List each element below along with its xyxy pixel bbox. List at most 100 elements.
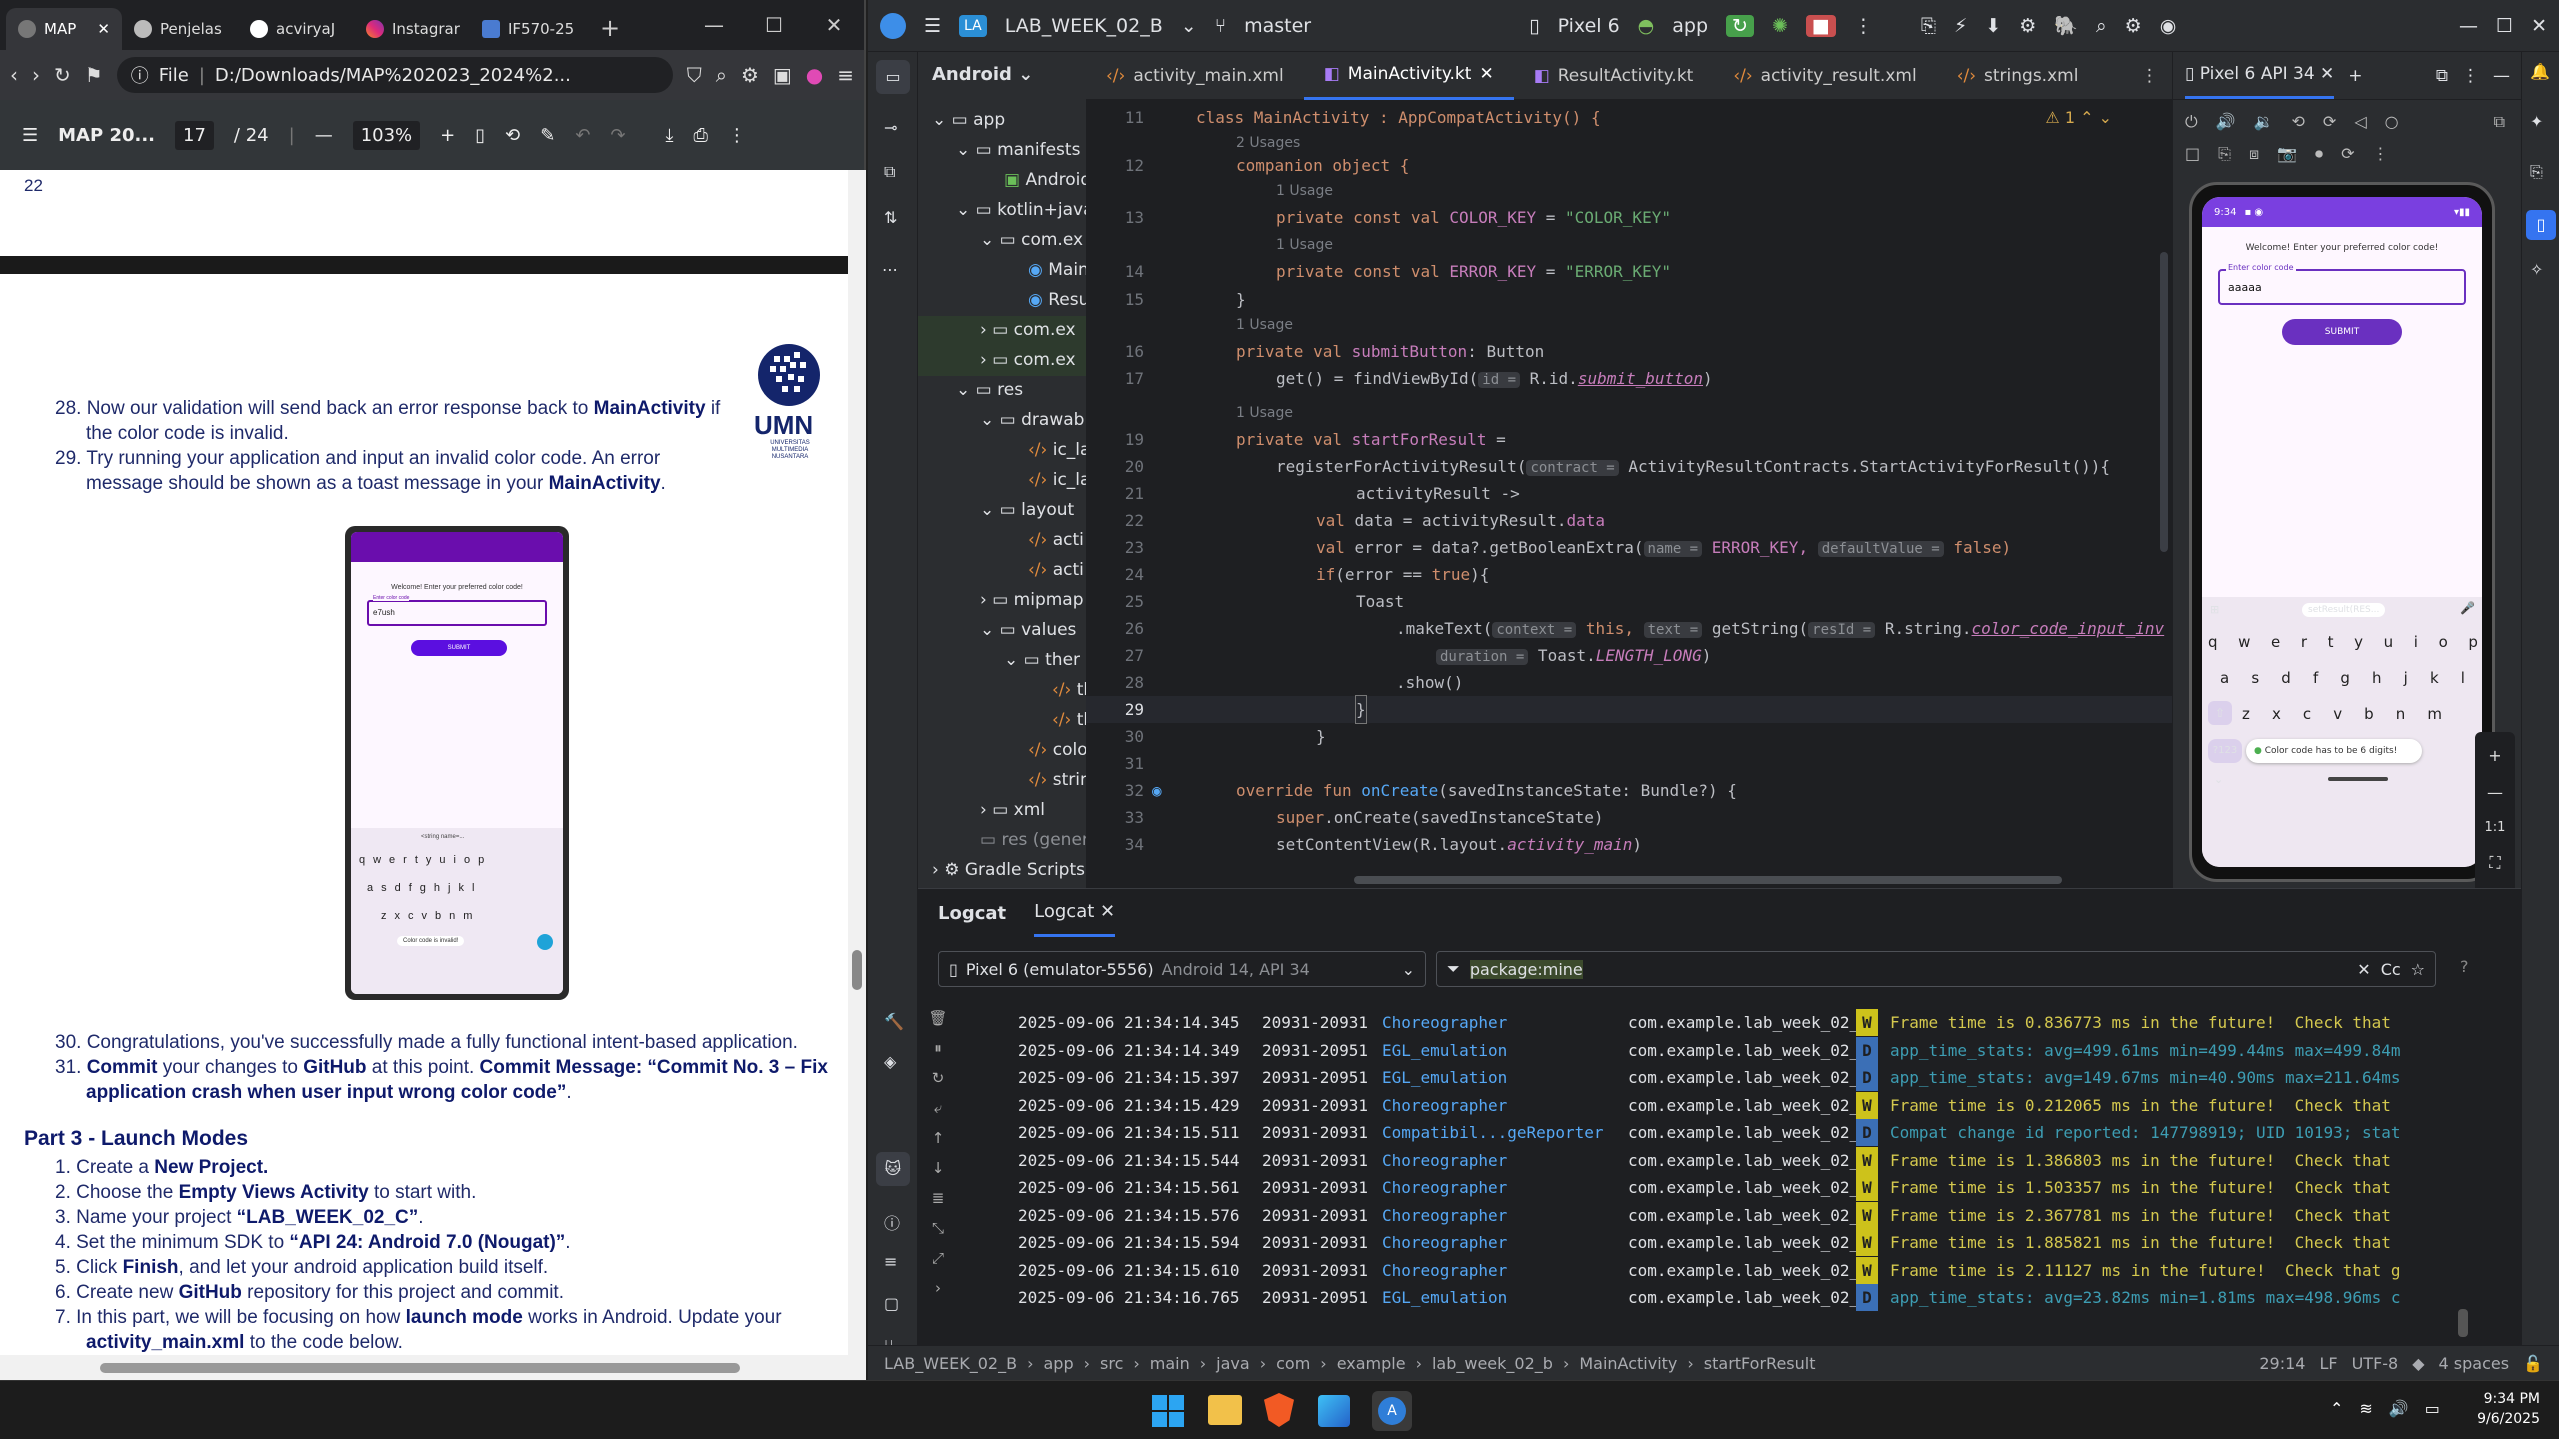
device-selector[interactable]: Pixel 6: [1558, 15, 1620, 37]
export-icon[interactable]: ⤢: [932, 1249, 944, 1267]
view-mode-selector[interactable]: Android ⌄: [932, 64, 1033, 85]
fit-page-icon[interactable]: ▯: [475, 125, 485, 146]
more-icon[interactable]: ⋮: [2372, 144, 2388, 164]
volume-down-icon[interactable]: 🔉: [2254, 112, 2274, 132]
key[interactable]: s: [2251, 669, 2259, 687]
help-icon[interactable]: ?: [2460, 957, 2469, 976]
logcat-device-selector[interactable]: ▯ Pixel 6 (emulator-5556) Android 14, AP…: [938, 951, 1426, 987]
tree-item-kotlin-java[interactable]: ⌄ ▭ kotlin+java: [956, 200, 1086, 220]
brave-browser-icon[interactable]: [1264, 1393, 1294, 1427]
sidebar-toggle-icon[interactable]: ☰: [22, 125, 38, 146]
tree-item-manifest-file[interactable]: ▣ Android: [1004, 170, 1086, 190]
key[interactable]: h: [2372, 669, 2382, 687]
clear-logcat-icon[interactable]: 🗑: [928, 1009, 947, 1027]
file-explorer-icon[interactable]: [1208, 1395, 1242, 1425]
commit-icon[interactable]: ⊸: [884, 118, 897, 137]
key[interactable]: l: [2461, 669, 2465, 687]
app-inspection-icon[interactable]: ◈: [884, 1052, 896, 1071]
tab-options-icon[interactable]: ⋮: [2141, 66, 2172, 86]
editor-vertical-scrollbar[interactable]: [2160, 252, 2168, 552]
key[interactable]: x: [2272, 705, 2281, 723]
overview-icon[interactable]: □: [2185, 144, 2200, 164]
problems-icon[interactable]: ⓘ: [884, 1210, 900, 1234]
breadcrumb-item[interactable]: LAB_WEEK_02_B: [884, 1354, 1017, 1373]
power-icon[interactable]: ⏻: [2185, 112, 2198, 132]
lock-icon[interactable]: 🔓: [2523, 1354, 2543, 1373]
match-case-toggle[interactable]: Cc: [2381, 960, 2401, 979]
volume-icon[interactable]: 🔊: [2389, 1399, 2409, 1418]
rotate-right-icon[interactable]: ⟳: [2323, 112, 2336, 132]
key[interactable]: p: [2468, 633, 2478, 651]
tree-item-app[interactable]: ⌄ ▭ app: [932, 110, 1005, 130]
tree-item-colors[interactable]: ‹/› colo: [1028, 740, 1086, 760]
cursor-position[interactable]: 29:14: [2259, 1354, 2305, 1373]
zoom-ratio-button[interactable]: 1:1: [2485, 820, 2506, 835]
bookmark-icon[interactable]: ⚑: [85, 63, 103, 87]
main-menu-icon[interactable]: ☰: [924, 15, 941, 37]
key[interactable]: o: [2439, 633, 2448, 651]
wifi-icon[interactable]: ≋: [2359, 1399, 2372, 1418]
back-icon[interactable]: ◁: [2354, 112, 2366, 132]
format-icon[interactable]: ≣: [932, 1189, 945, 1207]
phone-screen[interactable]: 9:34 ▪ ◉ ▾▮▮ Welcome! Enter your preferre…: [2202, 197, 2482, 867]
undo-icon[interactable]: ↶: [575, 125, 590, 146]
tree-item-res-generated[interactable]: ▭ res (gener: [980, 830, 1086, 850]
close-window-icon[interactable]: ✕: [2531, 15, 2547, 37]
zoom-in-icon[interactable]: +: [440, 125, 455, 146]
emulator-tab[interactable]: ▯ Pixel 6 API 34 ✕: [2185, 52, 2335, 99]
add-device-icon[interactable]: +: [2348, 66, 2362, 86]
scroll-thumb[interactable]: [852, 950, 862, 990]
minimize-icon[interactable]: —: [684, 13, 744, 37]
key[interactable]: u: [2384, 633, 2394, 651]
indent-setting[interactable]: 4 spaces: [2439, 1354, 2510, 1373]
mirror-icon[interactable]: ⧉: [2494, 112, 2505, 132]
key[interactable]: m: [2427, 705, 2442, 723]
submit-button[interactable]: SUBMIT: [2282, 319, 2402, 345]
device-file-explorer-icon[interactable]: ⎘: [2530, 162, 2543, 182]
pdf-horizontal-scrollbar[interactable]: [0, 1355, 848, 1380]
zoom-out-icon[interactable]: —: [315, 125, 333, 146]
debug-icon[interactable]: ✺: [1772, 15, 1788, 37]
tree-item-mainactivity[interactable]: ◉ Main: [1028, 260, 1086, 280]
zoom-out-icon[interactable]: —: [2487, 783, 2503, 802]
layout-inspector-icon[interactable]: ⚙: [2019, 15, 2036, 37]
tab-mainactivity-kt[interactable]: ◧ MainActivity.kt ✕: [1303, 52, 1514, 100]
editor-horizontal-scrollbar[interactable]: [1354, 876, 2062, 884]
key[interactable]: j: [2404, 669, 2408, 687]
settings-icon[interactable]: ⚙: [2125, 15, 2142, 37]
resize-icon[interactable]: ⧈: [2249, 144, 2259, 164]
split-icon[interactable]: ⤡: [932, 1219, 944, 1237]
structure-icon[interactable]: ⧉: [884, 162, 895, 182]
tree-item-themes[interactable]: ⌄ ▭ ther: [1004, 650, 1080, 670]
search-icon[interactable]: ⌕: [2096, 15, 2107, 37]
scroll-up-icon[interactable]: ↑: [932, 1129, 945, 1147]
home-icon[interactable]: ○: [2385, 112, 2399, 132]
photos-icon[interactable]: [1318, 1395, 1350, 1427]
tree-item-layout-file[interactable]: ‹/› acti: [1028, 560, 1084, 580]
leo-icon[interactable]: ●: [806, 63, 823, 87]
key[interactable]: d: [2281, 669, 2291, 687]
key[interactable]: f: [2313, 669, 2318, 687]
logcat-filter-input[interactable]: ⏷ package:mine ✕ Cc ☆: [1436, 951, 2436, 987]
key[interactable]: a: [2220, 669, 2229, 687]
clear-filter-icon[interactable]: ✕: [2357, 960, 2370, 979]
pause-icon[interactable]: ⏸: [934, 1039, 942, 1057]
key[interactable]: t: [2328, 633, 2334, 651]
rotate-icon[interactable]: ⟲: [505, 125, 520, 146]
pdf-vertical-scrollbar[interactable]: [848, 170, 866, 1380]
android-studio-taskbar-item[interactable]: A: [1372, 1391, 1412, 1431]
snapshot-icon[interactable]: ⟳: [2341, 144, 2354, 164]
brave-shield-icon[interactable]: ⛉: [687, 63, 702, 87]
account-icon[interactable]: ◉: [2160, 15, 2177, 37]
tree-item-layout[interactable]: ⌄ ▭ layout: [980, 500, 1074, 520]
tree-item-themes-file[interactable]: ‹/› th: [1052, 710, 1086, 730]
override-gutter-icon[interactable]: ◉: [1152, 777, 1162, 804]
key[interactable]: z: [2242, 705, 2250, 723]
stop-icon[interactable]: ■: [1805, 14, 1836, 37]
browser-tab-map[interactable]: MAP ✕: [6, 8, 122, 50]
tree-item-drawable-file[interactable]: ‹/› ic_la: [1028, 440, 1086, 460]
volume-up-icon[interactable]: 🔊: [2216, 112, 2236, 132]
zoom-icon[interactable]: ⌕: [716, 63, 727, 87]
page-number-input[interactable]: 17: [175, 120, 214, 150]
scroll-down-icon[interactable]: ↓: [932, 1159, 945, 1177]
